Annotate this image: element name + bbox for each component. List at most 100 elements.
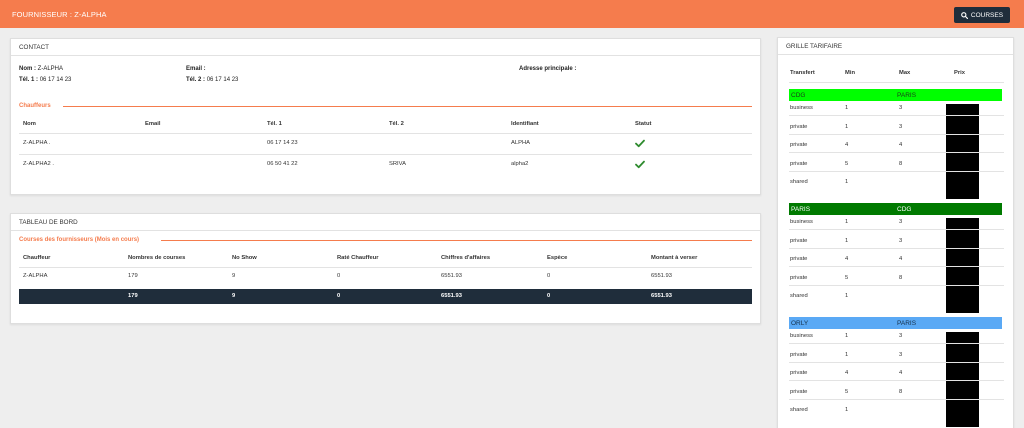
- rate-min: 1: [845, 179, 849, 185]
- totals-row: 179 9 0 6551.93 0 6551.93: [19, 289, 752, 304]
- rate-max: 3: [899, 351, 903, 358]
- col-max: Max: [899, 70, 911, 76]
- chauffeurs-title: Chauffeurs: [19, 103, 55, 109]
- rate-type: shared: [790, 407, 808, 413]
- route-from: ORLY: [791, 320, 809, 327]
- row-identifiant: ALPHA: [511, 140, 531, 146]
- row-divider: [789, 170, 1004, 172]
- rate-max: 4: [899, 256, 903, 262]
- cell-ca: 6551.93: [441, 273, 462, 279]
- rate-min: 1: [845, 237, 849, 244]
- rate-type: business: [790, 105, 813, 111]
- rate-max: 3: [899, 237, 903, 244]
- rate-type: private: [790, 274, 808, 281]
- rate-type: shared: [790, 179, 808, 185]
- rate-min: 4: [845, 256, 849, 262]
- col-statut: Statut: [635, 121, 652, 127]
- contact-email: Email :: [186, 66, 206, 72]
- row-nom: Z-ALPHA2 .: [23, 161, 54, 167]
- col-montant-verser: Montant à verser: [651, 255, 698, 261]
- courses-section-title: Courses des fournisseurs (Mois en cours): [19, 237, 144, 243]
- rate-type: private: [790, 351, 808, 358]
- grille-panel-title: GRILLE TARIFAIRE: [778, 38, 1013, 55]
- nom-label: Nom :: [19, 66, 36, 72]
- row-divider: [789, 284, 1004, 286]
- route-to: CDG: [897, 206, 912, 213]
- row-divider: [789, 152, 1004, 153]
- route-from: CDG: [791, 92, 806, 99]
- tel2-value: 06 17 14 23: [206, 77, 239, 83]
- total-no-show: 9: [232, 293, 236, 299]
- contact-tel2: Tél. 2 : 06 17 14 23: [186, 77, 238, 83]
- grille-tarifaire-panel: GRILLE TARIFAIRE Transfert Min Max Prix …: [777, 37, 1014, 428]
- nom-value: Z-ALPHA: [37, 66, 64, 72]
- row-divider: [789, 380, 1004, 381]
- col-no-show: No Show: [232, 255, 257, 261]
- cell-rate: 0: [337, 273, 341, 279]
- contact-panel-title: CONTACT: [11, 39, 760, 56]
- col-nom: Nom: [23, 121, 36, 127]
- col-min: Min: [845, 70, 855, 76]
- row-divider: [789, 133, 1004, 135]
- email-label: Email :: [186, 66, 206, 72]
- col-prix: Prix: [954, 70, 965, 76]
- rate-min: 5: [845, 388, 849, 395]
- rate-type: private: [790, 388, 808, 395]
- contact-panel: CONTACT Nom : Z-ALPHA Tél. 1 : 06 17 14 …: [10, 38, 761, 195]
- rate-max: 3: [899, 123, 903, 130]
- rate-max: 4: [899, 370, 903, 376]
- rate-type: private: [790, 160, 808, 167]
- row-divider: [789, 266, 1004, 267]
- tel1-label: Tél. 1 :: [19, 77, 39, 83]
- col-email: Email: [145, 121, 161, 127]
- rate-max: 8: [899, 160, 903, 167]
- search-icon: [961, 11, 968, 19]
- total-ca: 6551.93: [441, 293, 462, 299]
- total-rate: 0: [337, 293, 341, 299]
- header-divider: [19, 133, 752, 134]
- cell-chauffeur: Z-ALPHA: [23, 273, 48, 279]
- rate-type: business: [790, 333, 813, 339]
- tel1-value: 06 17 14 23: [39, 77, 72, 83]
- col-chauffeur: Chauffeur: [23, 255, 51, 261]
- row-identifiant: alpha2: [511, 161, 529, 167]
- cell-espece: 0: [547, 273, 551, 279]
- rate-max: 3: [899, 105, 903, 111]
- col-transfert: Transfert: [790, 70, 815, 76]
- row-tel1: 06 50 41 22: [267, 161, 298, 167]
- rate-max: 8: [899, 274, 903, 281]
- col-rate-chauffeur: Raté Chauffeur: [337, 255, 379, 261]
- col-identifiant: Identifiant: [511, 121, 539, 127]
- rate-min: 1: [845, 333, 849, 339]
- chauffeurs-divider: [63, 106, 752, 107]
- col-tel1: Tél. 1: [267, 121, 282, 127]
- col-chiffres-affaires: Chiffres d'affaires: [441, 255, 491, 261]
- rate-type: private: [790, 123, 808, 130]
- cell-no-show: 9: [232, 273, 236, 279]
- top-bar: FOURNISSEUR : Z-ALPHA COURSES: [0, 0, 1024, 28]
- route-bar: PARIS CDG: [789, 203, 1002, 215]
- rate-min: 1: [845, 219, 849, 225]
- route-from: PARIS: [791, 206, 811, 213]
- rate-min: 5: [845, 274, 849, 281]
- rate-min: 4: [845, 370, 849, 376]
- cell-montant: 6551.93: [651, 273, 672, 279]
- courses-divider: [161, 240, 752, 241]
- rate-min: 1: [845, 351, 849, 358]
- adresse-label: Adresse principale :: [519, 66, 577, 72]
- rate-type: business: [790, 219, 813, 225]
- total-montant: 6551.93: [651, 293, 672, 299]
- rate-min: 4: [845, 142, 849, 148]
- check-icon: [635, 139, 645, 148]
- total-courses: 179: [128, 293, 138, 299]
- courses-button[interactable]: COURSES: [954, 7, 1010, 23]
- header-divider: [789, 82, 1004, 83]
- tel2-label: Tél. 2 :: [186, 77, 206, 83]
- row-divider: [19, 154, 752, 155]
- route-bar: ORLY PARIS: [789, 317, 1002, 329]
- contact-nom: Nom : Z-ALPHA: [19, 66, 63, 72]
- row-tel2: SRIVA: [389, 161, 406, 167]
- row-divider: [789, 398, 1004, 400]
- rate-max: 3: [899, 219, 903, 225]
- row-tel1: 06 17 14 23: [267, 140, 298, 146]
